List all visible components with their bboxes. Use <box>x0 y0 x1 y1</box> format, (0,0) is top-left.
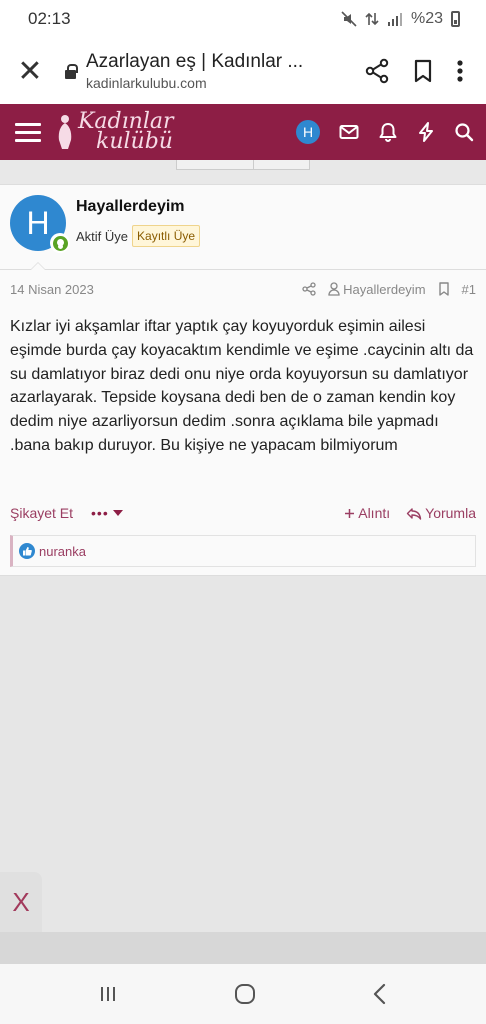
ad-close-button[interactable]: X <box>0 872 42 932</box>
logo-figure-icon <box>58 115 72 149</box>
post-actions: Şikayet Et ••• Alıntı Yorumla <box>10 503 476 523</box>
post-number[interactable]: #1 <box>462 282 476 297</box>
reply-icon <box>406 507 422 520</box>
user-icon <box>328 282 340 296</box>
user-arrow <box>30 262 46 270</box>
post-author-name: Hayallerdeyim <box>343 281 426 297</box>
chevron-down-icon <box>112 510 123 516</box>
url-bar[interactable]: Azarlayan eş | Kadınlar ... kadinlarkulu… <box>80 51 364 91</box>
recent-apps-icon[interactable] <box>98 984 118 1004</box>
status-time: 02:13 <box>28 9 71 28</box>
more-vert-icon[interactable] <box>456 59 464 83</box>
system-nav-bar <box>0 964 486 1024</box>
report-button[interactable]: Şikayet Et <box>10 505 73 521</box>
reply-button[interactable]: Yorumla <box>406 505 476 521</box>
more-dots: ••• <box>91 505 109 521</box>
post-date[interactable]: 14 Nisan 2023 <box>10 282 302 297</box>
like-icon <box>19 543 35 559</box>
author-badge: Kayıtlı Üye <box>132 225 201 247</box>
mail-icon[interactable] <box>339 124 359 140</box>
close-icon[interactable]: ✕ <box>0 54 60 89</box>
hamburger-menu-icon[interactable] <box>0 122 56 142</box>
page-title: Azarlayan eş | Kadınlar ... <box>86 51 304 72</box>
post-meta: 14 Nisan 2023 Hayallerdeyim #1 <box>10 279 476 299</box>
quote-label: Alıntı <box>358 505 391 521</box>
online-status-icon <box>50 233 70 253</box>
status-icons: %23 <box>341 10 460 28</box>
forum-post: H Hayallerdeyim Aktif Üye Kayıtlı Üye 14… <box>0 184 486 576</box>
lock-icon <box>60 63 80 79</box>
pagination-stub[interactable] <box>176 160 310 170</box>
quote-button[interactable]: Alıntı <box>344 505 390 521</box>
reply-label: Yorumla <box>425 505 476 521</box>
logo-line-2: kulübü <box>96 129 173 154</box>
signal-icon <box>387 13 402 26</box>
lightning-icon[interactable] <box>417 122 435 142</box>
post-divider <box>0 269 486 270</box>
mute-icon <box>341 11 357 27</box>
reactions-bar: nuranka <box>10 535 476 567</box>
author-username[interactable]: Hayallerdeyim <box>76 198 200 216</box>
bell-icon[interactable] <box>378 122 398 142</box>
user-avatar[interactable]: H <box>296 120 320 144</box>
post-user-block: H Hayallerdeyim Aktif Üye Kayıtlı Üye <box>10 195 201 253</box>
status-bar: 02:13 %23 <box>0 0 486 38</box>
share-icon[interactable] <box>364 58 390 84</box>
battery-percent: %23 <box>410 10 443 27</box>
bottom-ad-strip <box>0 932 486 964</box>
author-title: Aktif Üye <box>76 228 129 244</box>
site-logo[interactable]: Kadınlar kulübü <box>56 111 174 154</box>
bookmark-icon[interactable] <box>438 282 450 296</box>
back-icon[interactable] <box>372 983 388 1005</box>
share-icon[interactable] <box>302 282 316 296</box>
author-avatar-letter: H <box>26 204 50 241</box>
site-header: Kadınlar kulübü H <box>0 104 486 160</box>
reaction-user[interactable]: nuranka <box>39 544 86 559</box>
search-icon[interactable] <box>454 122 474 142</box>
home-icon[interactable] <box>233 982 257 1006</box>
page-domain: kadinlarkulubu.com <box>86 75 207 91</box>
post-body: Kızlar iyi akşamlar iftar yaptık çay koy… <box>10 318 474 454</box>
browser-toolbar: ✕ Azarlayan eş | Kadınlar ... kadinlarku… <box>0 38 486 104</box>
data-transfer-icon <box>365 12 379 26</box>
plus-icon <box>345 508 355 518</box>
post-author-link[interactable]: Hayallerdeyim <box>328 281 426 297</box>
more-actions-button[interactable]: ••• <box>91 505 123 521</box>
bookmark-icon[interactable] <box>412 58 434 84</box>
author-avatar[interactable]: H <box>10 195 70 253</box>
battery-icon <box>451 11 460 27</box>
